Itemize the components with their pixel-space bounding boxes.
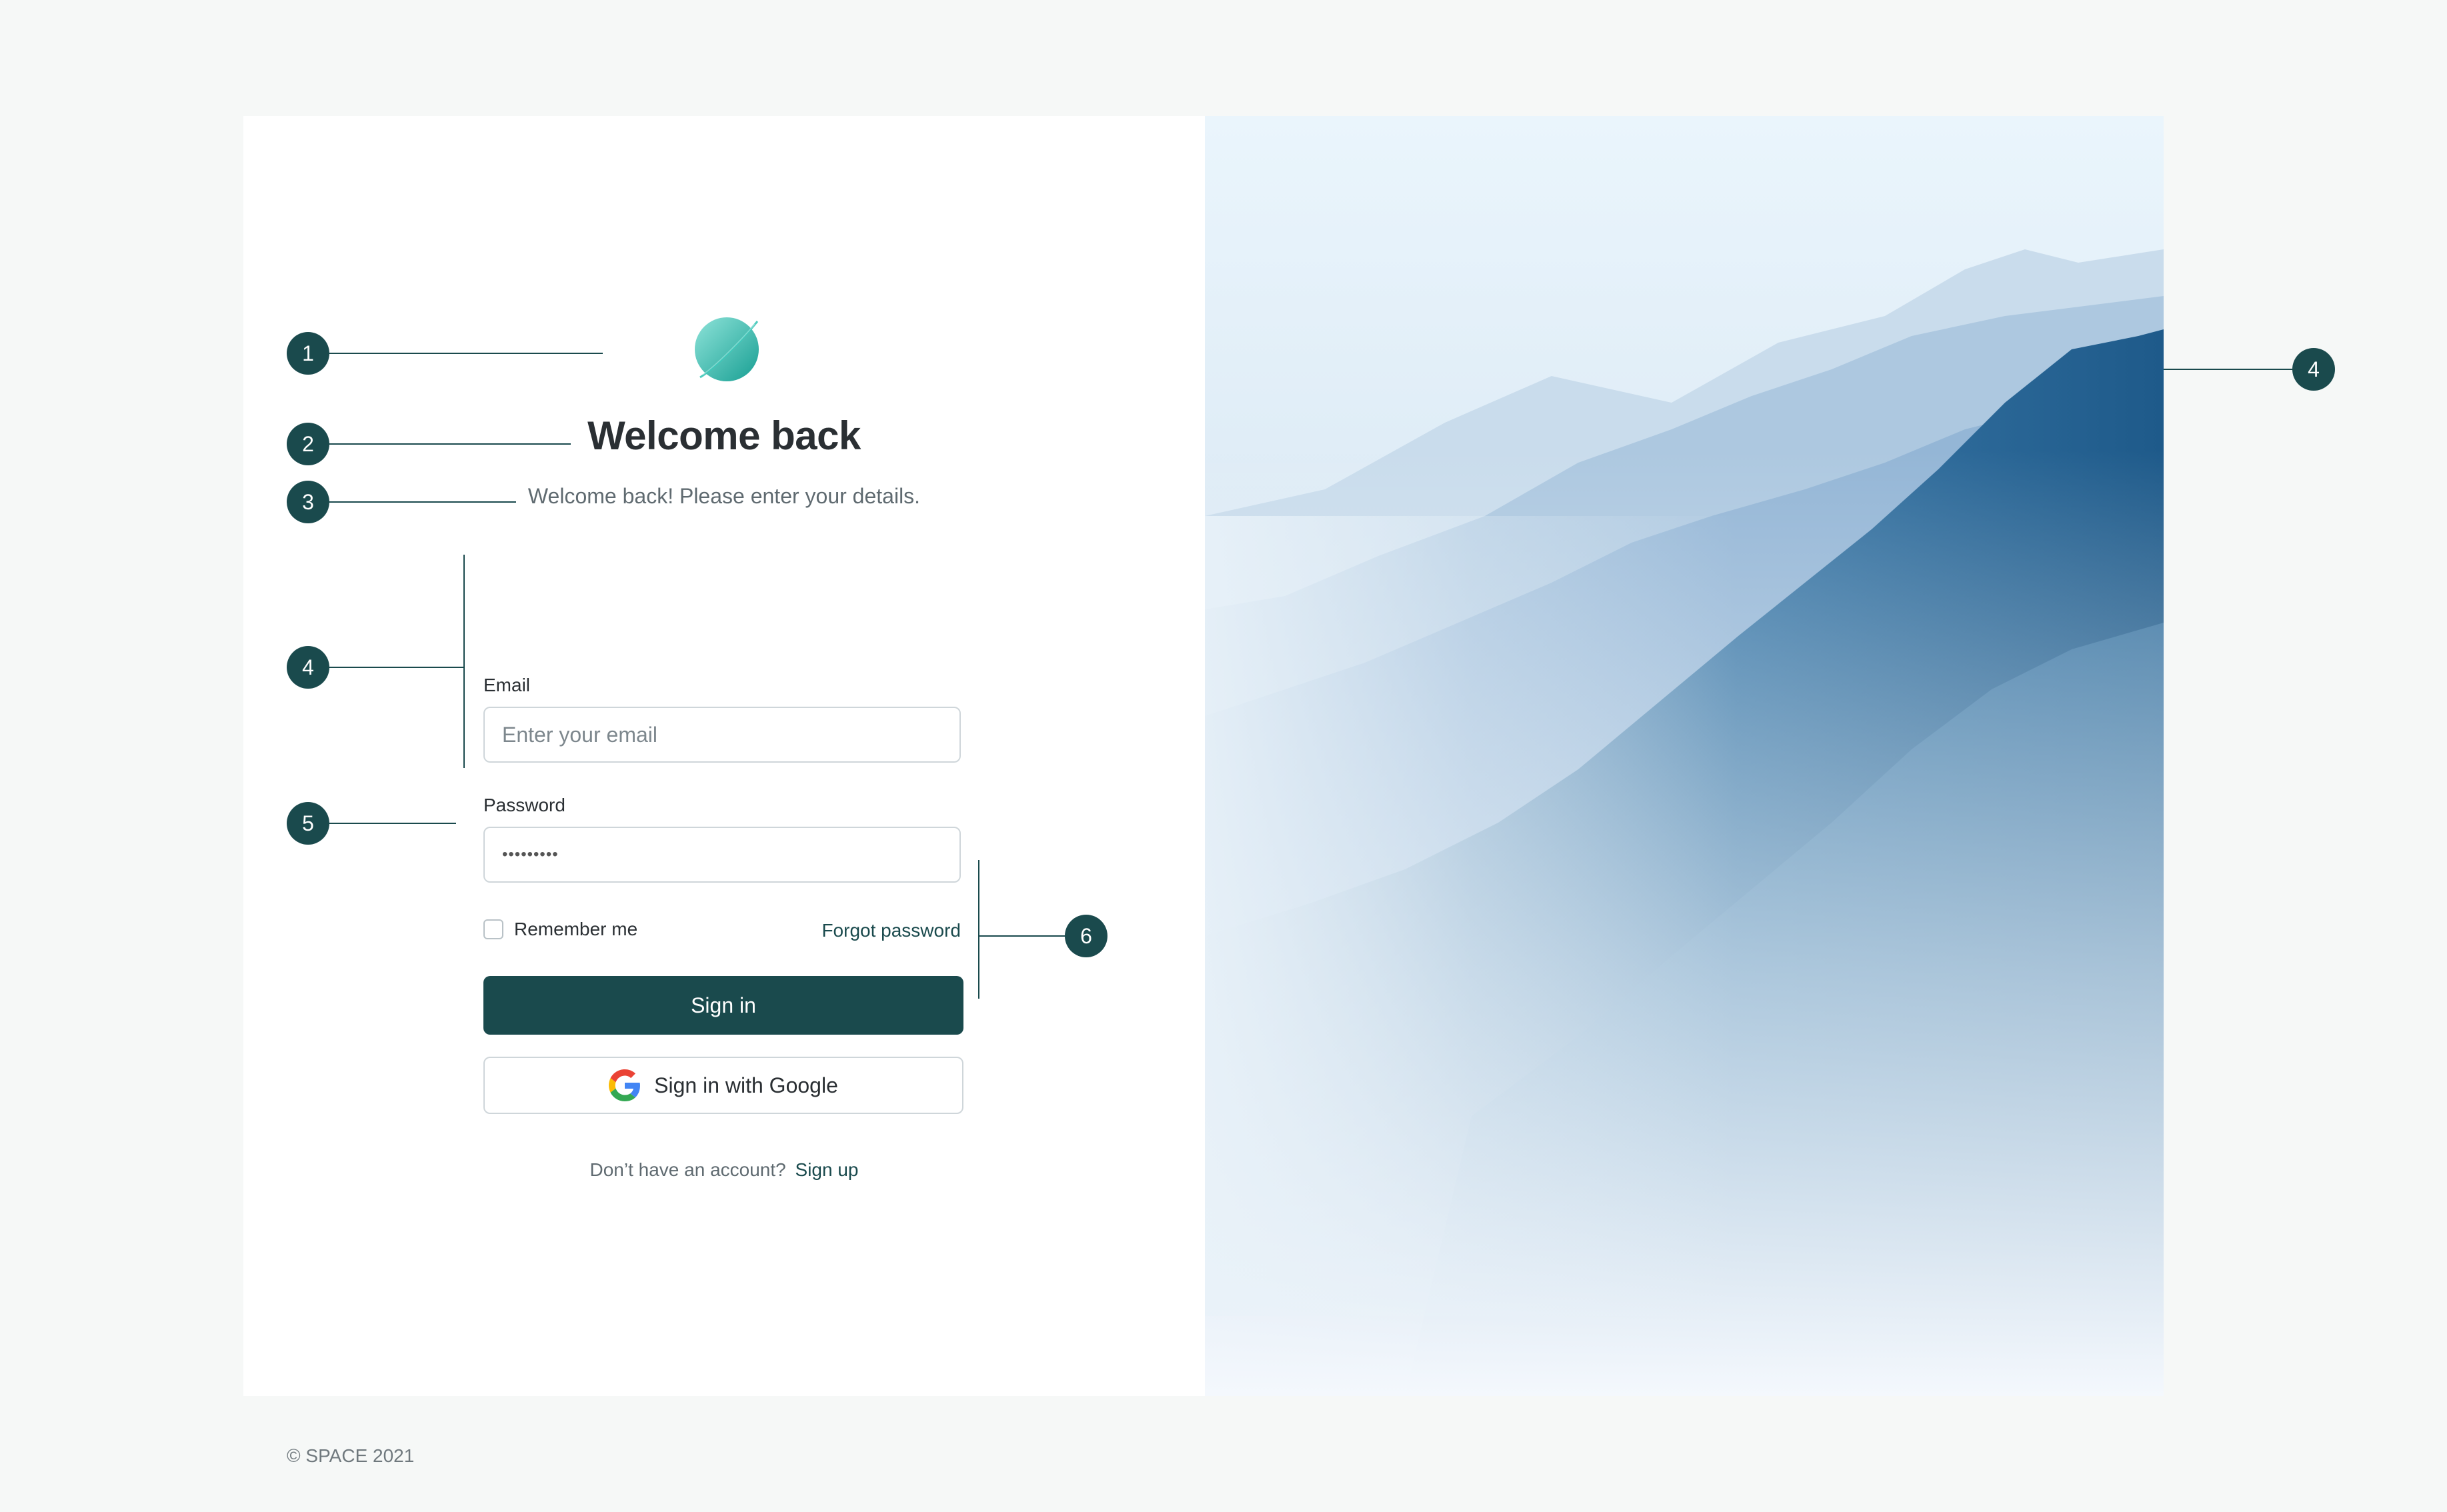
page-subtitle: Welcome back! Please enter your details.: [527, 484, 921, 508]
google-sign-in-button[interactable]: Sign in with Google: [483, 1057, 963, 1114]
forgot-password-link[interactable]: Forgot password: [790, 920, 961, 941]
hero-image: [1205, 116, 2164, 1396]
google-icon: [609, 1069, 641, 1101]
annotation-bracket: [463, 555, 465, 768]
signup-row: Don’t have an account? Sign up: [243, 1159, 1205, 1181]
annotation-line: [329, 353, 603, 354]
google-sign-in-label: Sign in with Google: [654, 1073, 838, 1097]
mountain-landscape: [1205, 116, 2164, 1396]
annotation-marker: 1: [287, 332, 329, 375]
remember-me[interactable]: Remember me: [483, 919, 637, 940]
login-panel: Welcome back Welcome back! Please enter …: [243, 116, 1205, 1466]
login-card: Welcome back Welcome back! Please enter …: [243, 116, 2164, 1466]
remember-checkbox[interactable]: [483, 919, 503, 939]
copyright: © SPACE 2021: [287, 1445, 415, 1466]
annotation-marker: 5: [287, 802, 329, 845]
annotation-marker: 3: [287, 481, 329, 523]
annotation-line: [329, 667, 464, 668]
annotation-line: [2164, 369, 2293, 370]
password-label: Password: [483, 795, 565, 815]
remember-label: Remember me: [514, 919, 638, 939]
annotation-line: [329, 501, 516, 503]
annotation-bracket: [978, 860, 979, 999]
annotation-marker: 4: [287, 646, 329, 689]
annotation-line: [329, 443, 571, 445]
sign-in-button[interactable]: Sign in: [483, 976, 963, 1035]
planet-icon: [695, 317, 759, 381]
annotation-line: [978, 935, 1065, 937]
page-title: Welcome back: [587, 413, 861, 458]
email-label: Email: [483, 675, 531, 695]
email-field[interactable]: [483, 707, 961, 763]
annotation-marker: 4: [2292, 348, 2335, 391]
password-field[interactable]: [483, 827, 961, 883]
annotation-marker: 2: [287, 423, 329, 465]
sign-up-link[interactable]: Sign up: [795, 1159, 859, 1180]
signup-prompt: Don’t have an account?: [589, 1159, 786, 1180]
annotation-marker: 6: [1065, 915, 1107, 957]
annotation-line: [329, 823, 456, 824]
